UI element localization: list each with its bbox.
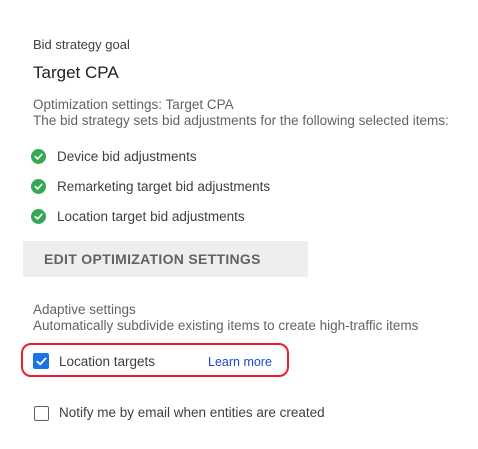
adaptive-settings-description: Automatically subdivide existing items t… <box>33 318 419 333</box>
learn-more-link[interactable]: Learn more <box>208 355 272 369</box>
notify-email-label: Notify me by email when entities are cre… <box>59 405 325 420</box>
check-circle-icon <box>31 209 46 224</box>
edit-optimization-settings-button[interactable]: EDIT OPTIMIZATION SETTINGS <box>23 241 308 277</box>
optimization-item-label: Remarketing target bid adjustments <box>57 179 271 194</box>
check-circle-icon <box>31 179 46 194</box>
optimization-item-label: Device bid adjustments <box>57 149 197 164</box>
check-circle-icon <box>31 149 46 164</box>
optimization-settings-title: Optimization settings: Target CPA <box>33 97 234 112</box>
notify-email-checkbox[interactable] <box>34 406 49 421</box>
optimization-item-remarketing: Remarketing target bid adjustments <box>31 179 270 194</box>
optimization-item-device: Device bid adjustments <box>31 149 197 164</box>
optimization-item-label: Location target bid adjustments <box>57 209 245 224</box>
checkmark-icon <box>35 357 47 365</box>
location-targets-label: Location targets <box>59 354 156 369</box>
optimization-item-location: Location target bid adjustments <box>31 209 245 224</box>
bid-strategy-goal-label: Bid strategy goal <box>33 37 130 52</box>
adaptive-settings-title: Adaptive settings <box>33 302 136 317</box>
bid-strategy-goal-value: Target CPA <box>33 63 119 82</box>
optimization-settings-description: The bid strategy sets bid adjustments fo… <box>33 113 449 128</box>
location-targets-checkbox[interactable] <box>33 353 49 369</box>
